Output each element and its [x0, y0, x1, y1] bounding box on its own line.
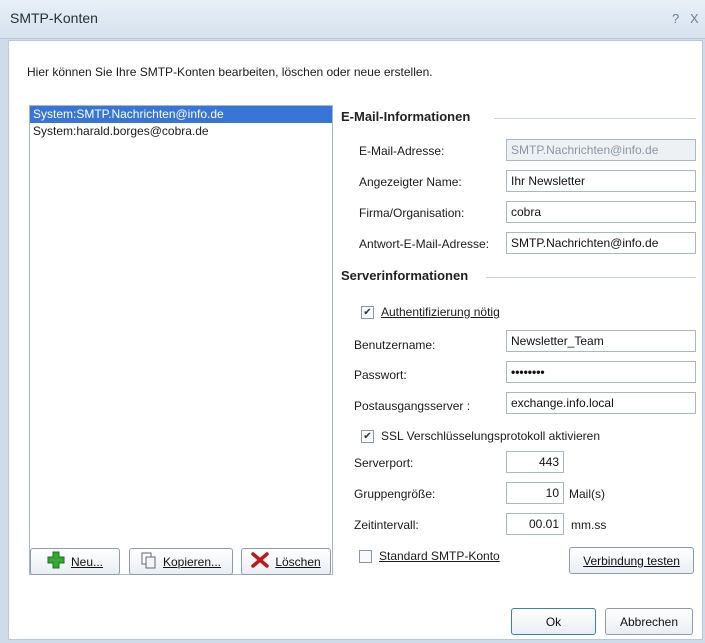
intro-text: Hier können Sie Ihre SMTP-Konten bearbei…: [27, 65, 433, 79]
auth-label: Authentifizierung nötig: [381, 305, 500, 319]
auth-check-icon: ✔: [361, 305, 374, 319]
help-button[interactable]: ?: [672, 11, 679, 26]
copy-button[interactable]: Kopieren...: [129, 548, 233, 575]
interval-unit: mm.ss: [571, 518, 607, 532]
password-field[interactable]: ••••••••: [506, 361, 696, 383]
close-button[interactable]: X: [690, 11, 699, 26]
account-list[interactable]: System:SMTP.Nachrichten@info.de System:h…: [29, 105, 333, 575]
ok-button-label: Ok: [545, 614, 562, 629]
auth-checkbox[interactable]: ✔ Authentifizierung nötig: [361, 305, 500, 319]
plus-icon: [47, 551, 65, 572]
username-label: Benutzername:: [354, 338, 436, 352]
cancel-button[interactable]: Abbrechen: [605, 608, 693, 635]
default-account-label: Standard SMTP-Konto: [379, 549, 500, 563]
new-button[interactable]: Neu...: [30, 548, 120, 575]
delete-icon: [251, 552, 270, 571]
server-port-label: Serverport:: [354, 456, 414, 470]
copy-button-label: Kopieren...: [162, 554, 222, 569]
ssl-label: SSL Verschlüsselungsprotokoll aktivieren: [381, 429, 601, 443]
server-info-heading: Serverinformationen: [341, 268, 469, 283]
list-item[interactable]: System:harald.borges@cobra.de: [30, 123, 332, 140]
title-bar: SMTP-Konten ? X: [0, 0, 705, 39]
delete-button[interactable]: Löschen: [241, 548, 331, 575]
outgoing-server-label: Postausgangsserver :: [354, 399, 471, 413]
test-connection-button[interactable]: Verbindung testen: [569, 547, 694, 574]
group-size-label: Gruppengröße:: [354, 487, 436, 501]
cancel-button-label: Abbrechen: [619, 614, 679, 629]
display-name-label: Angezeigter Name:: [359, 175, 462, 189]
new-button-label: Neu...: [70, 554, 103, 569]
ok-button[interactable]: Ok: [511, 608, 596, 635]
interval-label: Zeitintervall:: [354, 518, 419, 532]
company-label: Firma/Organisation:: [359, 206, 465, 220]
dialog-client: Hier können Sie Ihre SMTP-Konten bearbei…: [8, 40, 703, 640]
default-check-icon: [359, 549, 372, 563]
server-port-field[interactable]: 443: [506, 451, 564, 473]
default-account-checkbox[interactable]: Standard SMTP-Konto: [359, 549, 500, 563]
group-size-field[interactable]: 10: [506, 482, 564, 504]
reply-address-label: Antwort-E-Mail-Adresse:: [359, 237, 490, 251]
email-address-label: E-Mail-Adresse:: [359, 144, 445, 158]
delete-button-label: Löschen: [275, 554, 321, 569]
server-info-divider: [486, 277, 696, 278]
ssl-check-icon: ✔: [361, 429, 374, 443]
interval-field[interactable]: 00.01: [506, 513, 564, 535]
username-field[interactable]: Newsletter_Team: [506, 330, 696, 352]
test-connection-label: Verbindung testen: [583, 553, 680, 568]
reply-address-field[interactable]: SMTP.Nachrichten@info.de: [506, 232, 696, 254]
list-item[interactable]: System:SMTP.Nachrichten@info.de: [30, 106, 332, 123]
email-address-field[interactable]: SMTP.Nachrichten@info.de: [506, 139, 696, 161]
group-size-unit: Mail(s): [569, 487, 605, 501]
email-info-heading: E-Mail-Informationen: [341, 109, 471, 124]
company-field[interactable]: cobra: [506, 201, 696, 223]
window-title: SMTP-Konten: [10, 10, 98, 26]
copy-icon: [141, 552, 157, 572]
password-label: Passwort:: [354, 368, 407, 382]
display-name-field[interactable]: Ihr Newsletter: [506, 170, 696, 192]
outgoing-server-field[interactable]: exchange.info.local: [506, 392, 696, 414]
ssl-checkbox[interactable]: ✔ SSL Verschlüsselungsprotokoll aktivier…: [361, 429, 600, 443]
email-info-divider: [494, 118, 696, 119]
